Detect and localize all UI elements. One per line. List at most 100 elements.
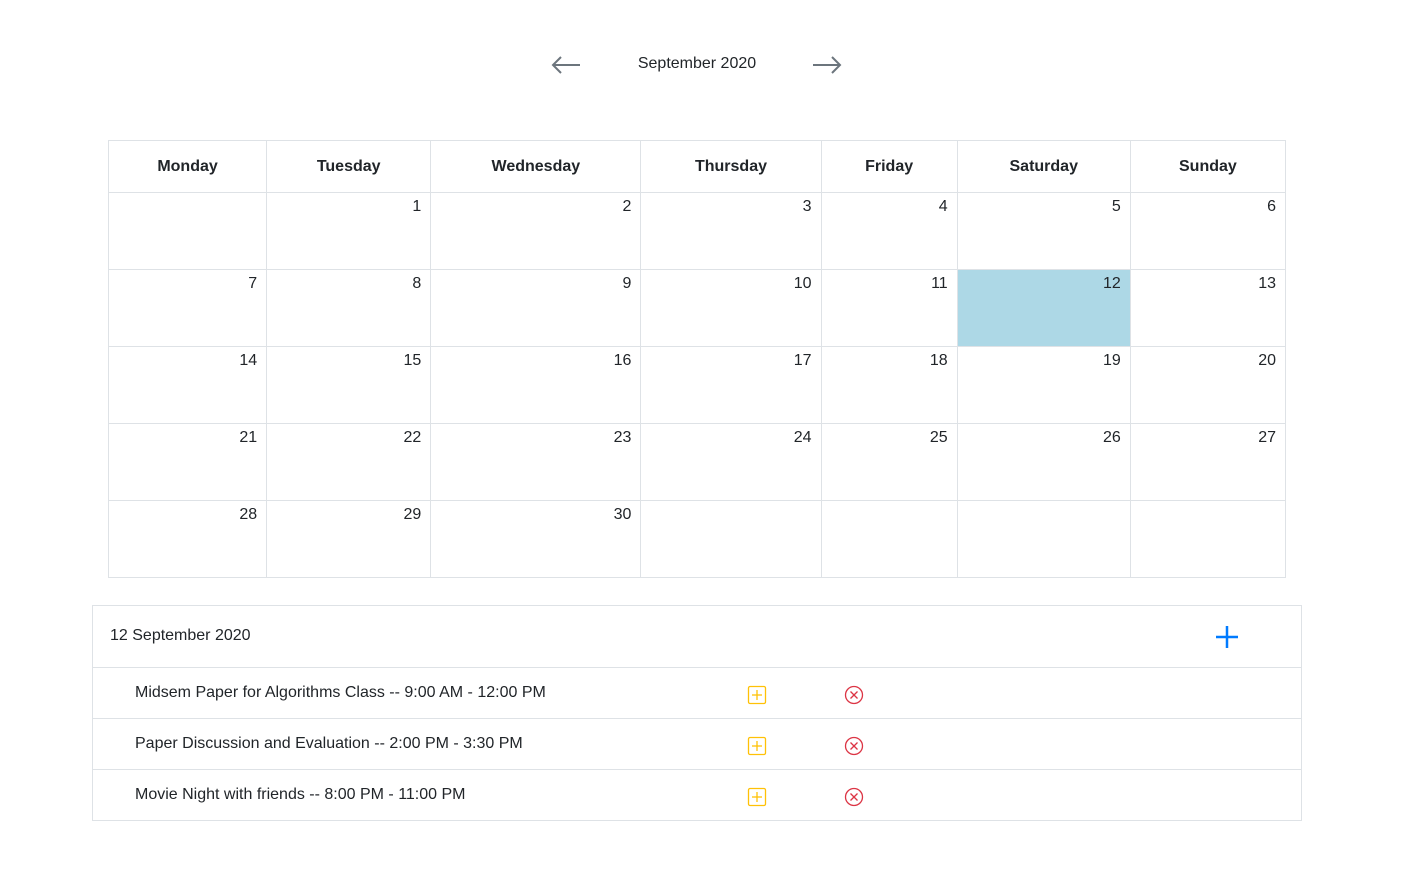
add-event-button[interactable] — [1213, 623, 1241, 651]
day-number: 25 — [929, 429, 948, 446]
day-cell[interactable]: 24 — [640, 423, 822, 501]
day-number: 12 — [1103, 275, 1121, 292]
day-number: 6 — [1267, 198, 1276, 215]
month-navigation: September 2020 — [0, 46, 1408, 84]
empty-day-cell — [1129, 500, 1287, 578]
day-cell[interactable]: 21 — [107, 423, 268, 501]
edit-event-button[interactable] — [747, 736, 767, 756]
weekday-saturday: Saturday — [956, 140, 1131, 193]
day-number: 27 — [1258, 429, 1276, 446]
week-row: 7 8 9 10 11 12 13 — [107, 269, 1287, 347]
day-cell[interactable]: 9 — [430, 269, 642, 347]
weekday-sunday: Sunday — [1129, 140, 1287, 193]
calendar-grid: Monday Tuesday Wednesday Thursday Friday… — [107, 140, 1287, 578]
day-cell[interactable]: 4 — [820, 192, 958, 270]
empty-day-cell — [956, 500, 1131, 578]
day-cell[interactable]: 1 — [266, 192, 432, 270]
day-cell[interactable]: 14 — [107, 346, 268, 424]
selected-date-label: 12 September 2020 — [110, 627, 251, 644]
delete-event-button[interactable] — [844, 736, 864, 756]
day-number: 30 — [613, 506, 632, 523]
day-number: 16 — [613, 352, 632, 369]
edit-event-button[interactable] — [747, 787, 767, 807]
day-cell[interactable]: 11 — [820, 269, 958, 347]
delete-event-button[interactable] — [844, 685, 864, 705]
day-number: 7 — [248, 275, 258, 292]
day-cell[interactable]: 29 — [266, 500, 432, 578]
day-cell[interactable]: 26 — [956, 423, 1131, 501]
day-number: 26 — [1103, 429, 1121, 446]
event-item: Movie Night with friends -- 8:00 PM - 11… — [93, 770, 1301, 821]
day-cell[interactable]: 25 — [820, 423, 958, 501]
arrow-left-icon — [551, 56, 580, 74]
day-number: 20 — [1258, 352, 1276, 369]
day-number: 10 — [793, 275, 812, 292]
day-cell[interactable]: 20 — [1129, 346, 1287, 424]
day-number: 22 — [403, 429, 422, 446]
selected-day-cell[interactable]: 12 — [956, 269, 1131, 347]
day-cell[interactable]: 19 — [956, 346, 1131, 424]
weekday-header-row: Monday Tuesday Wednesday Thursday Friday… — [107, 140, 1287, 193]
plus-square-icon — [747, 736, 767, 756]
event-item: Midsem Paper for Algorithms Class -- 9:0… — [93, 668, 1301, 719]
previous-month-button[interactable] — [548, 50, 584, 80]
day-cell[interactable]: 3 — [640, 192, 822, 270]
day-cell[interactable]: 22 — [266, 423, 432, 501]
day-cell[interactable]: 30 — [430, 500, 642, 578]
week-row: 1 2 3 4 5 6 — [107, 192, 1287, 270]
day-cell[interactable]: 23 — [430, 423, 642, 501]
day-cell[interactable]: 2 — [430, 192, 642, 270]
calendar-page: September 2020 Monday Tuesday Wednesday … — [0, 0, 1408, 882]
edit-event-button[interactable] — [747, 685, 767, 705]
day-number: 4 — [938, 198, 948, 215]
day-number: 17 — [793, 352, 812, 369]
week-row: 28 29 30 — [107, 500, 1287, 578]
day-cell[interactable]: 27 — [1129, 423, 1287, 501]
week-row: 21 22 23 24 25 26 27 — [107, 423, 1287, 501]
day-cell[interactable]: 7 — [107, 269, 268, 347]
arrow-right-icon — [813, 56, 842, 74]
day-number: 3 — [802, 198, 812, 215]
empty-day-cell — [820, 500, 958, 578]
day-number: 2 — [622, 198, 632, 215]
day-number: 9 — [622, 275, 632, 292]
weekday-monday: Monday — [107, 140, 268, 193]
day-number: 13 — [1258, 275, 1276, 292]
day-number: 21 — [239, 429, 258, 446]
weekday-friday: Friday — [820, 140, 958, 193]
delete-event-button[interactable] — [844, 787, 864, 807]
calendar-body: 1 2 3 4 5 6 7 8 9 10 11 12 13 14 15 16 1… — [107, 192, 1287, 578]
plus-square-icon — [747, 787, 767, 807]
day-cell[interactable]: 8 — [266, 269, 432, 347]
week-row: 14 15 16 17 18 19 20 — [107, 346, 1287, 424]
weekday-wednesday: Wednesday — [430, 140, 642, 193]
event-item: Paper Discussion and Evaluation -- 2:00 … — [93, 719, 1301, 770]
day-cell[interactable]: 18 — [820, 346, 958, 424]
day-number: 18 — [929, 352, 948, 369]
day-number: 15 — [403, 352, 422, 369]
events-panel: 12 September 2020 Midsem Paper for Algor… — [92, 605, 1302, 821]
next-month-button[interactable] — [809, 50, 845, 80]
day-cell[interactable]: 15 — [266, 346, 432, 424]
day-cell[interactable]: 28 — [107, 500, 268, 578]
day-cell[interactable]: 6 — [1129, 192, 1287, 270]
day-cell[interactable]: 13 — [1129, 269, 1287, 347]
day-number: 5 — [1111, 198, 1121, 215]
day-number: 1 — [412, 198, 422, 215]
day-number: 23 — [613, 429, 632, 446]
event-text: Movie Night with friends -- 8:00 PM - 11… — [135, 786, 466, 803]
x-circle-icon — [844, 685, 864, 705]
events-header: 12 September 2020 — [93, 606, 1301, 668]
event-text: Midsem Paper for Algorithms Class -- 9:0… — [135, 684, 546, 701]
day-number: 28 — [239, 506, 258, 523]
day-cell[interactable]: 10 — [640, 269, 822, 347]
day-cell[interactable]: 16 — [430, 346, 642, 424]
plus-icon — [1216, 626, 1238, 648]
day-cell[interactable]: 5 — [956, 192, 1131, 270]
day-cell[interactable]: 17 — [640, 346, 822, 424]
day-number: 29 — [403, 506, 422, 523]
x-circle-icon — [844, 736, 864, 756]
weekday-thursday: Thursday — [640, 140, 822, 193]
empty-day-cell — [107, 192, 268, 270]
event-text: Paper Discussion and Evaluation -- 2:00 … — [135, 735, 523, 752]
